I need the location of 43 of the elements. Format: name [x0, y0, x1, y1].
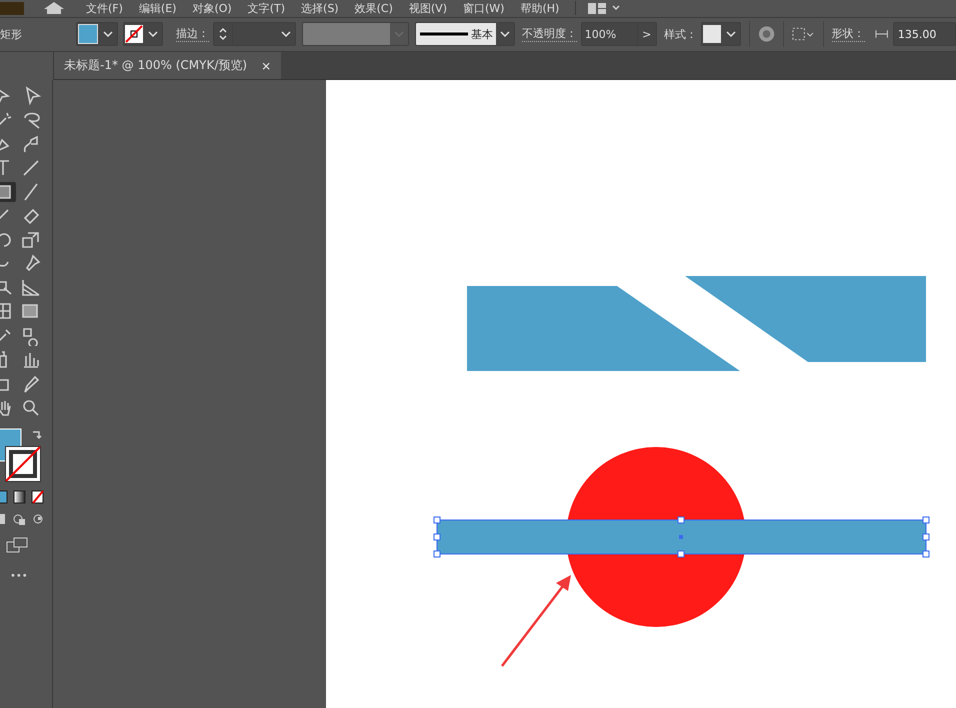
home-icon[interactable] [44, 2, 64, 14]
object-type-label: 矩形 [0, 26, 23, 42]
brush-definition-dropdown[interactable]: 基本 [414, 22, 515, 46]
draw-inside-icon[interactable] [33, 514, 43, 524]
graphic-style-dropdown[interactable] [700, 22, 741, 46]
workspace-icon[interactable] [588, 2, 606, 14]
stroke-line-icon [420, 32, 468, 36]
gradient-mode-icon[interactable] [13, 490, 26, 504]
stroke-swatch-icon [125, 25, 144, 44]
menu-item[interactable]: 帮助(H) [520, 2, 560, 15]
app-logo-icon [0, 2, 24, 15]
menu-item[interactable]: 编辑(E) [138, 2, 176, 15]
trapezoid-shape[interactable] [467, 286, 740, 371]
menu-item[interactable]: 选择(S) [301, 2, 339, 15]
stroke-swatch[interactable] [5, 446, 41, 482]
width-icon [874, 30, 888, 38]
trapezoid-shape[interactable] [685, 276, 926, 362]
selected-rectangle[interactable] [434, 516, 930, 558]
document-tab[interactable]: 未标题-1* @ 100% (CMYK/预览) × [54, 52, 282, 79]
transform-icon[interactable] [792, 27, 815, 42]
draw-behind-icon[interactable] [13, 514, 25, 525]
brush-label: 基本 [470, 26, 493, 42]
menu-item[interactable]: 视图(V) [408, 2, 447, 15]
shape-label[interactable]: 形状： [832, 26, 865, 42]
stroke-color-dropdown[interactable] [123, 22, 164, 46]
stroke-weight-field[interactable] [213, 22, 296, 46]
fill-color-dropdown[interactable] [76, 22, 118, 46]
stroke-label[interactable]: 描边： [176, 26, 210, 42]
menu-item[interactable]: 窗口(W) [462, 2, 504, 15]
no-color-icon[interactable] [31, 490, 44, 504]
menu-item[interactable]: 文件(F) [86, 2, 123, 15]
menu-item[interactable]: 对象(O) [192, 2, 232, 15]
menu-item[interactable]: 文字(T) [248, 2, 286, 15]
stepper-icon[interactable] [218, 26, 228, 42]
style-label: 样式： [664, 26, 697, 42]
menu-item[interactable]: 效果(C) [354, 2, 393, 15]
more-tools-button[interactable]: ••• [10, 571, 52, 582]
close-icon[interactable]: × [261, 58, 272, 72]
opacity-field[interactable]: 100% > [580, 22, 657, 46]
opacity-label[interactable]: 不透明度： [522, 26, 577, 42]
width-field[interactable]: 135.00 [892, 22, 956, 46]
globe-icon[interactable] [758, 25, 775, 44]
screen-mode-icon[interactable] [6, 537, 28, 553]
